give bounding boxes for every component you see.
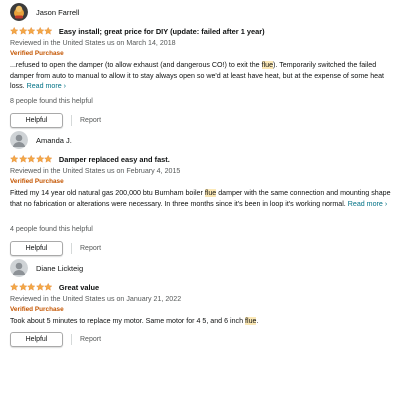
report-link[interactable]: Report bbox=[80, 336, 101, 343]
star-icon bbox=[18, 283, 27, 291]
star-icon bbox=[35, 283, 44, 291]
review-text: ...refused to open the damper (to allow … bbox=[10, 61, 262, 69]
review-card: Jason Farrell Easy install; great price … bbox=[10, 2, 392, 128]
review-text: . bbox=[256, 317, 259, 325]
helpful-count: 4 people found this helpful bbox=[10, 225, 93, 233]
user-avatar-icon[interactable] bbox=[10, 3, 28, 21]
verified-purchase-badge: Verified Purchase bbox=[10, 306, 64, 313]
review-title-row: Great value bbox=[10, 281, 392, 293]
read-more-link[interactable]: Read more › bbox=[348, 200, 387, 208]
review-body: Fitted my 14 year old natural gas 200,00… bbox=[10, 188, 392, 220]
star-icon bbox=[10, 27, 19, 35]
review-actions: Helpful Report bbox=[10, 331, 392, 347]
divider bbox=[71, 243, 72, 254]
review-body: ...refused to open the damper (to allow … bbox=[10, 60, 392, 92]
star-icon bbox=[44, 27, 53, 35]
review-text: Fitted my 14 year old natural gas 200,00… bbox=[10, 189, 205, 197]
star-rating[interactable] bbox=[10, 283, 53, 291]
star-icon bbox=[27, 155, 36, 163]
review-title[interactable]: Damper replaced easy and fast. bbox=[59, 155, 170, 164]
review-date: Reviewed in the United States us on Febr… bbox=[10, 167, 181, 175]
review-title-row: Damper replaced easy and fast. bbox=[10, 153, 392, 165]
review-actions: Helpful Report bbox=[10, 113, 392, 128]
report-link[interactable]: Report bbox=[80, 245, 101, 252]
star-icon bbox=[35, 27, 44, 35]
review-author-row: Jason Farrell bbox=[10, 2, 392, 22]
review-title-row: Easy install; great price for DIY (updat… bbox=[10, 25, 392, 37]
review-body: Took about 5 minutes to replace my motor… bbox=[10, 316, 392, 327]
star-icon bbox=[10, 155, 19, 163]
chevron-right-icon: › bbox=[63, 82, 67, 90]
review-date: Reviewed in the United States us on Janu… bbox=[10, 295, 182, 303]
review-title[interactable]: Easy install; great price for DIY (updat… bbox=[59, 27, 265, 36]
star-icon bbox=[35, 155, 44, 163]
review-card: Diane Lickteig Great value Reviewed in t… bbox=[10, 258, 392, 347]
review-author[interactable]: Jason Farrell bbox=[36, 8, 79, 17]
review-author[interactable]: Diane Lickteig bbox=[36, 264, 83, 273]
review-card: Amanda J. Damper replaced easy and fast.… bbox=[10, 130, 392, 256]
search-term-highlight: flue bbox=[261, 61, 274, 69]
star-icon bbox=[27, 283, 36, 291]
helpful-button[interactable]: Helpful bbox=[10, 331, 63, 347]
review-title[interactable]: Great value bbox=[59, 283, 99, 292]
review-actions: Helpful Report bbox=[10, 241, 392, 256]
read-more-link[interactable]: Read more › bbox=[27, 82, 66, 90]
review-text: Took about 5 minutes to replace my motor… bbox=[10, 317, 246, 325]
default-avatar-icon[interactable] bbox=[10, 259, 28, 277]
star-icon bbox=[10, 283, 19, 291]
search-term-highlight: flue bbox=[245, 317, 257, 325]
search-term-highlight: flue bbox=[204, 189, 217, 197]
review-author-row: Diane Lickteig bbox=[10, 258, 392, 278]
star-rating[interactable] bbox=[10, 155, 53, 163]
chevron-right-icon: › bbox=[384, 199, 388, 208]
review-author[interactable]: Amanda J. bbox=[36, 136, 72, 145]
helpful-count: 8 people found this helpful bbox=[10, 97, 93, 105]
divider bbox=[71, 115, 72, 126]
star-icon bbox=[44, 283, 53, 291]
review-date: Reviewed in the United States us on Marc… bbox=[10, 39, 176, 47]
star-icon bbox=[18, 155, 27, 163]
review-author-row: Amanda J. bbox=[10, 130, 392, 150]
helpful-button[interactable]: Helpful bbox=[10, 113, 63, 128]
verified-purchase-badge: Verified Purchase bbox=[10, 178, 64, 185]
star-icon bbox=[27, 27, 36, 35]
star-icon bbox=[18, 27, 27, 35]
report-link[interactable]: Report bbox=[80, 117, 101, 124]
divider bbox=[71, 333, 72, 345]
star-rating[interactable] bbox=[10, 27, 53, 35]
verified-purchase-badge: Verified Purchase bbox=[10, 50, 64, 57]
star-icon bbox=[44, 155, 53, 163]
helpful-button[interactable]: Helpful bbox=[10, 241, 63, 256]
default-avatar-icon[interactable] bbox=[10, 131, 28, 149]
